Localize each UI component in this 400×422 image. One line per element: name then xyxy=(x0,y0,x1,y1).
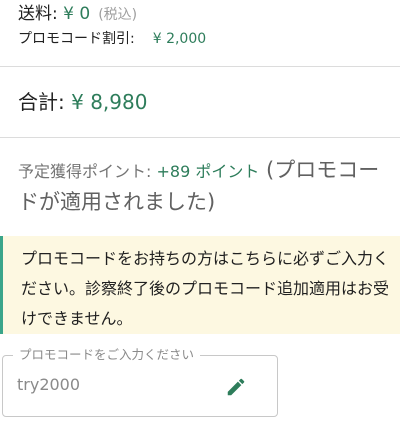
pencil-icon[interactable] xyxy=(225,376,247,398)
divider xyxy=(0,66,400,67)
points-label: 予定獲得ポイント: xyxy=(18,162,157,181)
total-value: ¥ 8,980 xyxy=(71,90,148,114)
shipping-value: ¥ 0 xyxy=(63,4,91,24)
promo-code-input[interactable]: try2000 xyxy=(17,374,80,396)
shipping-tax-note: (税込) xyxy=(98,7,138,23)
promo-code-field-label: プロモコードをご入力ください xyxy=(13,346,201,364)
promo-discount-row: プロモコード割引: ¥ 2,000 xyxy=(18,29,206,49)
promo-code-field[interactable]: プロモコードをご入力ください try2000 xyxy=(2,346,278,417)
total-label: 合計: xyxy=(18,90,72,114)
promo-discount-value: ¥ 2,000 xyxy=(152,31,207,47)
promo-notice-text: プロモコードをお持ちの方はこちらに必ずご入力ください。診察終了後のプロモコード追… xyxy=(21,249,390,328)
points-info: 予定獲得ポイント: +89 ポイント (プロモコードが適用されました) xyxy=(18,155,400,219)
promo-discount-label: プロモコード割引: xyxy=(18,31,135,47)
total-row: 合計: ¥ 8,980 xyxy=(18,88,147,116)
divider xyxy=(0,137,400,138)
promo-notice: プロモコードをお持ちの方はこちらに必ずご入力ください。診察終了後のプロモコード追… xyxy=(0,236,400,334)
shipping-row: 送料: ¥ 0 (税込) xyxy=(18,3,137,26)
points-value: +89 ポイント xyxy=(156,162,260,181)
shipping-label: 送料: xyxy=(18,4,64,24)
